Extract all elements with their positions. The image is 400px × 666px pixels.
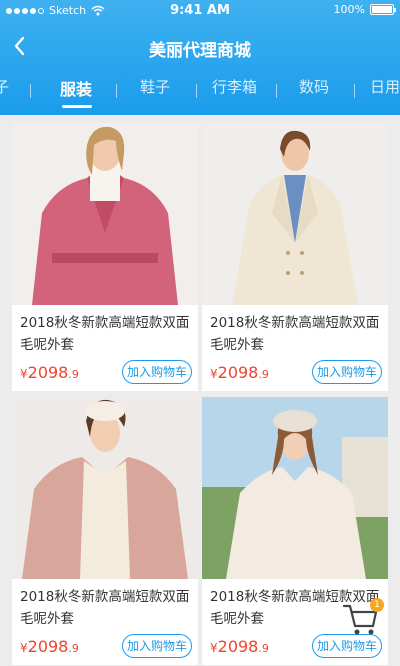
product-title[interactable]: 2018秋冬新款高端短款双面毛呢外套 — [20, 586, 192, 630]
tab-divider — [30, 84, 31, 98]
tab-clothing[interactable]: 服装 — [60, 76, 92, 106]
product-image[interactable] — [12, 123, 198, 305]
tab-luggage[interactable]: 行李箱 — [212, 76, 257, 106]
product-price: ¥2098.9 — [20, 637, 79, 656]
product-title[interactable]: 2018秋冬新款高端短款双面毛呢外套 — [20, 312, 192, 356]
active-tab-indicator — [62, 105, 92, 108]
cart-count-badge: 1 — [370, 598, 384, 612]
category-tabs: 子 服装 鞋子 行李箱 数码 日用 — [0, 76, 400, 108]
product-card[interactable]: 2018秋冬新款高端短款双面毛呢外套 ¥2098.9 加入购物车 — [12, 397, 198, 665]
tab-daily[interactable]: 日用 — [370, 76, 400, 106]
battery-level — [372, 6, 392, 13]
product-image[interactable] — [202, 123, 388, 305]
battery-icon — [370, 4, 396, 15]
tab-divider — [116, 84, 117, 98]
tab-previous[interactable]: 子 — [0, 76, 9, 106]
nav-bar: 美丽代理商城 — [0, 28, 400, 68]
tab-digital[interactable]: 数码 — [299, 76, 329, 106]
add-to-cart-button[interactable]: 加入购物车 — [122, 360, 192, 384]
page-title: 美丽代理商城 — [149, 41, 251, 61]
tab-divider — [196, 84, 197, 98]
tab-divider — [276, 84, 277, 98]
product-price: ¥2098.9 — [210, 637, 269, 656]
tab-shoes[interactable]: 鞋子 — [140, 76, 170, 106]
product-image[interactable] — [12, 397, 198, 579]
product-card[interactable]: 2018秋冬新款高端短款双面毛呢外套 ¥2098.9 加入购物车 — [202, 123, 388, 391]
add-to-cart-button[interactable]: 加入购物车 — [312, 360, 382, 384]
tab-divider — [354, 84, 355, 98]
battery-percent: 100% — [333, 3, 365, 16]
status-right: 100% — [333, 3, 396, 16]
product-card[interactable]: 2018秋冬新款高端短款双面毛呢外套 ¥2098.9 加入购物车 — [12, 123, 198, 391]
product-price: ¥2098.9 — [210, 363, 269, 382]
product-title[interactable]: 2018秋冬新款高端短款双面毛呢外套 — [210, 312, 382, 356]
status-bar: Sketch 9:41 AM 100% — [0, 0, 400, 24]
add-to-cart-button[interactable]: 加入购物车 — [122, 634, 192, 658]
product-price: ¥2098.9 — [20, 363, 79, 382]
product-image[interactable] — [202, 397, 388, 579]
app-header: Sketch 9:41 AM 100% 美丽代理商城 子 服装 鞋子 行李箱 数… — [0, 0, 400, 115]
